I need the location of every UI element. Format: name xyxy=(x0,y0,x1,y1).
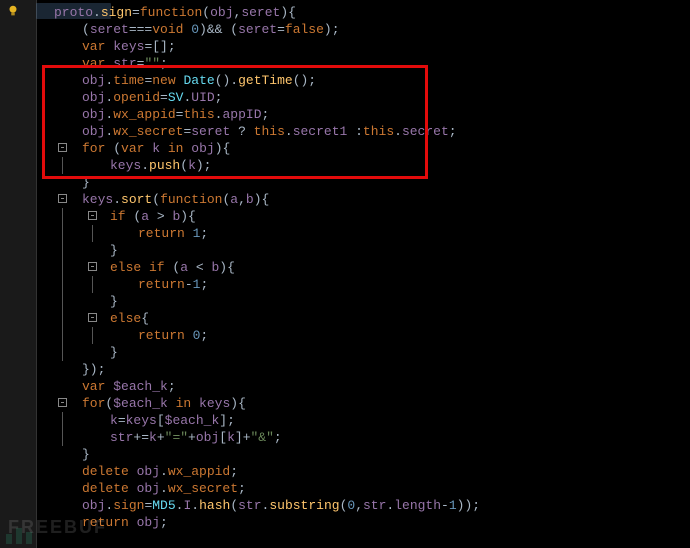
indent-guide xyxy=(62,259,63,276)
code-line[interactable]: obj.wx_secret=seret ? this.secret1 :this… xyxy=(44,123,690,140)
code-line[interactable]: }); xyxy=(44,361,690,378)
code-line[interactable]: (seret===void 0)&& (seret=false); xyxy=(44,21,690,38)
code-text: } xyxy=(44,447,90,462)
code-line[interactable]: else{ xyxy=(44,310,690,327)
code-line[interactable]: delete obj.wx_secret; xyxy=(44,480,690,497)
code-line[interactable]: var $each_k; xyxy=(44,378,690,395)
code-line[interactable]: obj.time=new Date().getTime(); xyxy=(44,72,690,89)
code-line[interactable]: delete obj.wx_appid; xyxy=(44,463,690,480)
code-line[interactable]: keys.push(k); xyxy=(44,157,690,174)
code-text: for($each_k in keys){ xyxy=(44,396,246,411)
code-editor[interactable]: proto.sign=function(obj,seret){ (seret===… xyxy=(0,0,690,548)
code-text: return 0; xyxy=(44,328,208,343)
code-area[interactable]: proto.sign=function(obj,seret){ (seret===… xyxy=(36,0,690,548)
code-text: return-1; xyxy=(44,277,208,292)
indent-guide xyxy=(62,344,63,361)
code-line[interactable]: for (var k in obj){ xyxy=(44,140,690,157)
fold-icon[interactable] xyxy=(88,211,97,220)
code-text: (seret===void 0)&& (seret=false); xyxy=(44,22,340,37)
code-text: obj.wx_appid=this.appID; xyxy=(44,107,269,122)
code-line[interactable]: var str=""; xyxy=(44,55,690,72)
indent-guide xyxy=(92,276,93,293)
code-text: var keys=[]; xyxy=(44,39,176,54)
indent-guide xyxy=(92,225,93,242)
indent-guide xyxy=(62,225,63,242)
code-line[interactable]: obj.openid=SV.UID; xyxy=(44,89,690,106)
code-text: obj.sign=MD5.I.hash(str.substring(0,str.… xyxy=(44,498,480,513)
code-line[interactable]: k=keys[$each_k]; xyxy=(44,412,690,429)
indent-guide xyxy=(62,310,63,327)
code-text: return obj; xyxy=(44,515,168,530)
fold-icon[interactable] xyxy=(58,398,67,407)
code-line[interactable]: obj.wx_appid=this.appID; xyxy=(44,106,690,123)
code-line[interactable]: } xyxy=(44,174,690,191)
code-text: keys.push(k); xyxy=(44,158,211,173)
code-text: else if (a < b){ xyxy=(44,260,235,275)
code-line[interactable]: var keys=[]; xyxy=(44,38,690,55)
indent-guide xyxy=(62,276,63,293)
code-text: k=keys[$each_k]; xyxy=(44,413,235,428)
code-text: obj.wx_secret=seret ? this.secret1 :this… xyxy=(44,124,457,139)
code-text: return 1; xyxy=(44,226,208,241)
code-line[interactable]: return 1; xyxy=(44,225,690,242)
code-line[interactable]: } xyxy=(44,344,690,361)
code-line[interactable]: str+=k+"="+obj[k]+"&"; xyxy=(44,429,690,446)
code-text: } xyxy=(44,243,118,258)
indent-guide xyxy=(92,327,93,344)
code-text: obj.openid=SV.UID; xyxy=(44,90,222,105)
code-line[interactable]: return obj; xyxy=(44,514,690,531)
code-text: if (a > b){ xyxy=(44,209,196,224)
indent-guide xyxy=(62,327,63,344)
code-line[interactable]: obj.sign=MD5.I.hash(str.substring(0,str.… xyxy=(44,497,690,514)
code-line[interactable]: } xyxy=(44,293,690,310)
code-text: delete obj.wx_secret; xyxy=(44,481,246,496)
code-line[interactable]: if (a > b){ xyxy=(44,208,690,225)
code-text: delete obj.wx_appid; xyxy=(44,464,238,479)
fold-icon[interactable] xyxy=(88,262,97,271)
code-text: } xyxy=(44,345,118,360)
code-text: } xyxy=(44,175,90,190)
code-text: proto.sign=function(obj,seret){ xyxy=(44,5,296,20)
indent-guide xyxy=(62,429,63,446)
fold-icon[interactable] xyxy=(58,143,67,152)
indent-guide xyxy=(62,242,63,259)
indent-guide xyxy=(62,157,63,174)
code-text: for (var k in obj){ xyxy=(44,141,230,156)
indent-guide xyxy=(62,208,63,225)
code-line[interactable]: for($each_k in keys){ xyxy=(44,395,690,412)
code-text: }); xyxy=(44,362,105,377)
code-line[interactable]: } xyxy=(44,446,690,463)
code-text: var $each_k; xyxy=(44,379,176,394)
code-line[interactable]: keys.sort(function(a,b){ xyxy=(44,191,690,208)
code-text: obj.time=new Date().getTime(); xyxy=(44,73,316,88)
code-line[interactable]: else if (a < b){ xyxy=(44,259,690,276)
indent-guide xyxy=(62,293,63,310)
code-line[interactable]: return 0; xyxy=(44,327,690,344)
code-line[interactable]: } xyxy=(44,242,690,259)
fold-icon[interactable] xyxy=(58,194,67,203)
code-text: keys.sort(function(a,b){ xyxy=(44,192,269,207)
code-text: str+=k+"="+obj[k]+"&"; xyxy=(44,430,282,445)
lightbulb-icon[interactable] xyxy=(6,4,20,18)
code-text: } xyxy=(44,294,118,309)
fold-icon[interactable] xyxy=(88,313,97,322)
code-line[interactable]: return-1; xyxy=(44,276,690,293)
indent-guide xyxy=(62,412,63,429)
code-text: var str=""; xyxy=(44,56,168,71)
code-line[interactable]: proto.sign=function(obj,seret){ xyxy=(44,4,690,21)
gutter xyxy=(0,0,37,548)
